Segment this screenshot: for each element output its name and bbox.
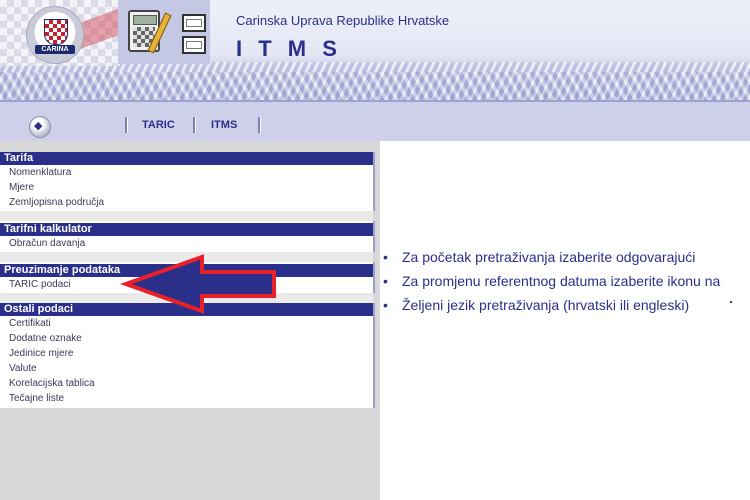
menu-gap (0, 211, 373, 221)
menu-section-tarifa: Tarifa Nomenklatura Mjere Zemljopisna po… (0, 152, 375, 211)
red-arrow-annotation (120, 254, 276, 314)
instruction-item: Za promjenu referentnog datuma izaberite… (380, 269, 720, 293)
menu-item-tecajne-liste[interactable]: Tečajne liste (0, 391, 373, 406)
customs-crest-logo: CARINA (26, 6, 84, 64)
nav-separator (258, 117, 261, 133)
menu-item-dodatne-oznake[interactable]: Dodatne oznake (0, 331, 373, 346)
menu-section-tarifni-kalkulator: Tarifni kalkulator Obračun davanja (0, 221, 375, 252)
menu-item-valute[interactable]: Valute (0, 361, 373, 376)
crest-label: CARINA (35, 45, 75, 54)
organization-name: Carinska Uprava Republike Hrvatske (236, 13, 450, 28)
home-icon: ◆ (34, 120, 43, 132)
app-title: I T M S (236, 36, 342, 61)
menu-item-jedinice-mjere[interactable]: Jedinice mjere (0, 346, 373, 361)
main-content: Za početak pretraživanja izaberite odgov… (380, 141, 750, 500)
menu-item-zemljopisna-podrucja[interactable]: Zemljopisna područja (0, 195, 373, 210)
nav-link-taric[interactable]: TARIC (142, 119, 175, 131)
menu-heading: Tarifni kalkulator (0, 223, 373, 236)
menu-item-korelacijska-tablica[interactable]: Korelacijska tablica (0, 376, 373, 391)
menu-item-nomenklatura[interactable]: Nomenklatura (0, 165, 373, 180)
window-icon-2 (182, 36, 206, 54)
menu-section-ostali-podaci: Ostali podaci Certifikati Dodatne oznake… (0, 303, 375, 408)
menu-item-obracun-davanja[interactable]: Obračun davanja (0, 236, 373, 251)
header-banner: CARINA Carinska Uprava Republike Hrvatsk… (0, 0, 750, 100)
home-button[interactable]: ◆ (29, 116, 51, 138)
instruction-list: Za početak pretraživanja izaberite odgov… (380, 245, 720, 317)
menu-heading: Tarifa (0, 152, 373, 165)
window-icon (182, 14, 206, 32)
nav-link-itms[interactable]: ITMS (211, 119, 237, 131)
instruction-item: Željeni jezik pretraživanja (hrvatski il… (380, 293, 720, 317)
stray-dot (730, 301, 732, 303)
nav-separator (125, 117, 128, 133)
menu-item-certifikati[interactable]: Certifikati (0, 316, 373, 331)
top-navigation-bar (0, 100, 750, 141)
header-wave-decoration-2 (0, 72, 750, 100)
menu-item-mjere[interactable]: Mjere (0, 180, 373, 195)
croatian-shield-icon (44, 19, 68, 45)
nav-separator (193, 117, 196, 133)
instruction-item: Za početak pretraživanja izaberite odgov… (380, 245, 720, 269)
